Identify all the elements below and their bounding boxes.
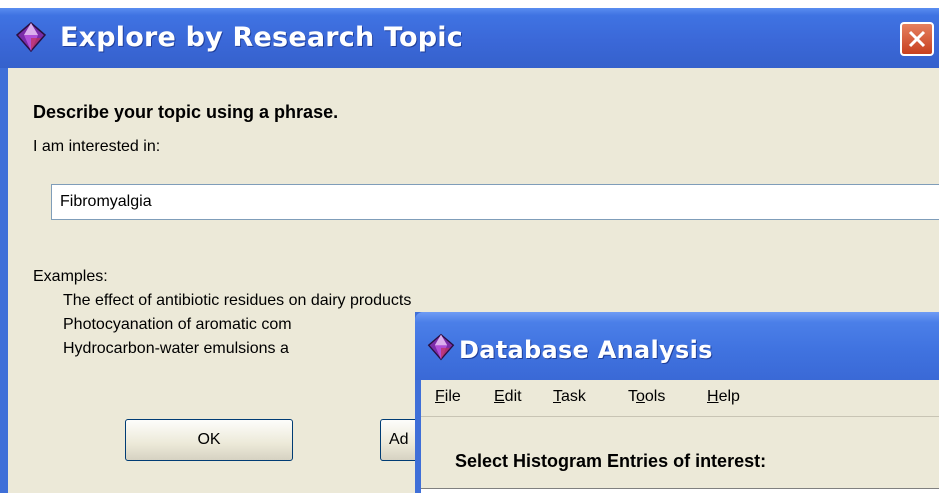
topic-heading: Describe your topic using a phrase.	[33, 102, 339, 122]
close-button[interactable]	[900, 22, 934, 56]
analysis-client-area: File Edit Task Tools Help Select Histogr…	[421, 380, 939, 494]
menu-bar: File Edit Task Tools Help	[421, 380, 939, 417]
menu-edit[interactable]: Edit	[494, 388, 522, 406]
interest-prompt: I am interested in:	[33, 138, 161, 155]
menu-help[interactable]: Help	[707, 388, 740, 406]
examples-label: Examples:	[33, 268, 108, 285]
database-analysis-window: Database Analysis File Edit Task Tools H…	[415, 312, 939, 494]
example-item: The effect of antibiotic residues on dai…	[63, 292, 412, 309]
ok-button[interactable]: OK	[125, 419, 293, 461]
analysis-titlebar[interactable]: Database Analysis	[415, 312, 939, 380]
menu-tools[interactable]: Tools	[628, 388, 665, 406]
diamond-gem-icon	[426, 332, 460, 366]
close-icon	[908, 30, 926, 48]
window-title: Database Analysis	[459, 336, 713, 364]
topic-input[interactable]	[51, 184, 939, 220]
menu-task[interactable]: Task	[553, 388, 586, 406]
menu-file[interactable]: File	[435, 388, 461, 406]
example-item: Hydrocarbon-water emulsions a	[63, 340, 289, 357]
explore-titlebar[interactable]: Explore by Research Topic	[0, 8, 939, 68]
histogram-list-edge	[421, 488, 939, 494]
example-item: Photocyanation of aromatic com	[63, 316, 292, 333]
histogram-select-label: Select Histogram Entries of interest:	[455, 451, 767, 471]
window-title: Explore by Research Topic	[60, 22, 463, 53]
diamond-gem-icon	[14, 20, 48, 54]
